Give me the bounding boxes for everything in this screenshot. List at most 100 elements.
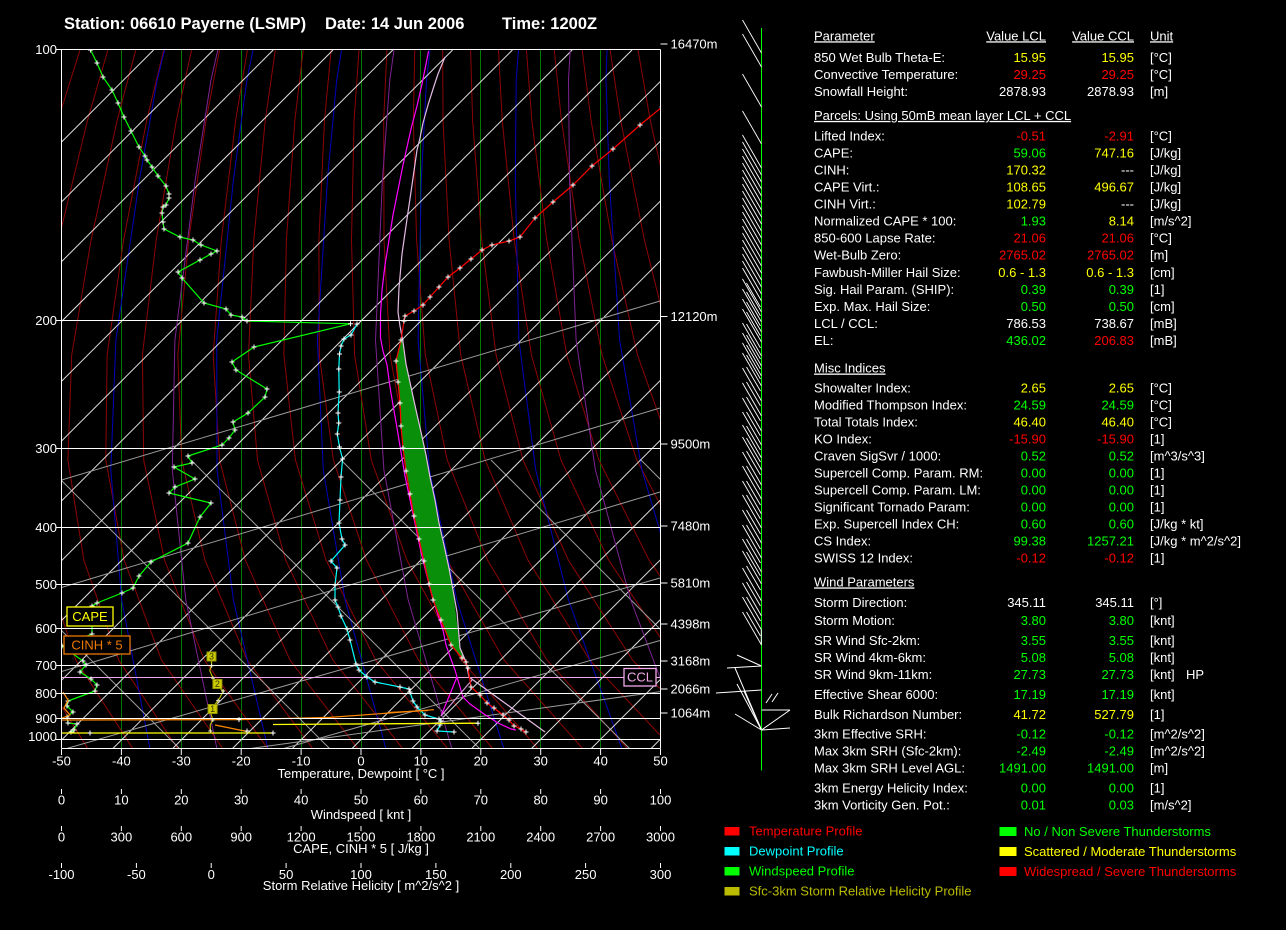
svg-text:[1]: [1]	[1150, 780, 1164, 795]
svg-text:Unit: Unit	[1150, 28, 1174, 43]
svg-text:1: 1	[210, 704, 215, 714]
svg-text:[°C]: [°C]	[1150, 415, 1172, 430]
svg-text:1000: 1000	[28, 729, 57, 744]
svg-text:HP: HP	[1186, 667, 1204, 682]
svg-text:-15.90: -15.90	[1097, 432, 1134, 447]
svg-text:3.80: 3.80	[1109, 613, 1134, 628]
svg-text:600: 600	[35, 621, 57, 636]
svg-text:1491.00: 1491.00	[999, 761, 1046, 776]
svg-text:3km Effective SRH:: 3km Effective SRH:	[814, 727, 926, 742]
svg-text:500: 500	[35, 577, 57, 592]
svg-text:[cm]: [cm]	[1150, 299, 1175, 314]
svg-text:Max 3km SRH (Sfc-2km):: Max 3km SRH (Sfc-2km):	[814, 744, 961, 759]
svg-text:[J/kg]: [J/kg]	[1150, 163, 1181, 178]
svg-text:0.39: 0.39	[1021, 282, 1046, 297]
svg-text:3.55: 3.55	[1021, 633, 1046, 648]
svg-text:1257.21: 1257.21	[1087, 534, 1134, 549]
svg-text:Sfc-3km Storm Relative Helicit: Sfc-3km Storm Relative Helicity Profile	[749, 884, 972, 899]
svg-text:0: 0	[208, 867, 215, 882]
svg-text:CINH Virt.:: CINH Virt.:	[814, 197, 876, 212]
svg-text:Max 3km SRH Level AGL:: Max 3km SRH Level AGL:	[814, 761, 965, 776]
svg-text:[1]: [1]	[1150, 551, 1164, 566]
svg-text:[cm]: [cm]	[1150, 265, 1175, 280]
svg-text:[1]: [1]	[1150, 432, 1164, 447]
svg-text:[J/kg]: [J/kg]	[1150, 146, 1181, 161]
svg-text:CINH * 5: CINH * 5	[71, 637, 122, 652]
svg-text:[m/s^2]: [m/s^2]	[1150, 798, 1192, 813]
svg-text:SR Wind Sfc-2km:: SR Wind Sfc-2km:	[814, 633, 920, 648]
svg-text:24.59: 24.59	[1101, 398, 1134, 413]
svg-text:50: 50	[354, 792, 368, 807]
svg-text:[°C]: [°C]	[1150, 398, 1172, 413]
svg-text:0.00: 0.00	[1109, 500, 1134, 515]
svg-text:[knt]: [knt]	[1150, 667, 1175, 682]
svg-text:Temperature Profile: Temperature Profile	[749, 824, 862, 839]
svg-text:1064m: 1064m	[671, 705, 711, 720]
svg-text:29.25: 29.25	[1101, 67, 1134, 82]
svg-text:2400: 2400	[526, 830, 555, 845]
svg-text:CS Index:: CS Index:	[814, 534, 871, 549]
svg-text:100: 100	[650, 792, 672, 807]
svg-text:LCL / CCL:: LCL / CCL:	[814, 316, 878, 331]
svg-text:21.06: 21.06	[1013, 231, 1046, 246]
svg-text:108.65: 108.65	[1006, 180, 1046, 195]
svg-text:EL:: EL:	[814, 333, 834, 348]
svg-text:10: 10	[114, 792, 128, 807]
svg-text:-2.49: -2.49	[1016, 744, 1046, 759]
svg-text:[mB]: [mB]	[1150, 333, 1177, 348]
svg-text:0.03: 0.03	[1109, 798, 1134, 813]
svg-text:15.95: 15.95	[1013, 50, 1046, 65]
svg-text:Effective Shear 6000:: Effective Shear 6000:	[814, 687, 938, 702]
svg-text:2100: 2100	[466, 830, 495, 845]
svg-text:40: 40	[294, 792, 308, 807]
svg-text:Wind Parameters: Wind Parameters	[814, 574, 915, 589]
svg-text:Value LCL: Value LCL	[986, 28, 1046, 43]
svg-text:-2.91: -2.91	[1104, 129, 1134, 144]
svg-text:[1]: [1]	[1150, 707, 1164, 722]
svg-text:850 Wet Bulb Theta-E:: 850 Wet Bulb Theta-E:	[814, 50, 945, 65]
svg-text:4398m: 4398m	[671, 616, 711, 631]
svg-text:[°C]: [°C]	[1150, 50, 1172, 65]
svg-text:20: 20	[474, 754, 488, 769]
svg-text:[°C]: [°C]	[1150, 381, 1172, 396]
svg-text:41.72: 41.72	[1013, 707, 1046, 722]
svg-text:90: 90	[593, 792, 607, 807]
svg-text:[1]: [1]	[1150, 466, 1164, 481]
svg-text:2878.93: 2878.93	[999, 84, 1046, 99]
svg-text:3: 3	[209, 652, 214, 662]
svg-text:Convective Temperature:: Convective Temperature:	[814, 67, 958, 82]
svg-text:300: 300	[111, 830, 133, 845]
svg-text:206.83: 206.83	[1094, 333, 1134, 348]
svg-text:[knt]: [knt]	[1150, 613, 1175, 628]
svg-text:1491.00: 1491.00	[1087, 761, 1134, 776]
svg-text:16470m: 16470m	[671, 36, 718, 51]
svg-text:15.95: 15.95	[1101, 50, 1134, 65]
svg-text:No / Non Severe Thunderstorms: No / Non Severe Thunderstorms	[1024, 824, 1211, 839]
svg-text:400: 400	[35, 520, 57, 535]
svg-text:[knt]: [knt]	[1150, 650, 1175, 665]
svg-text:9500m: 9500m	[671, 436, 711, 451]
svg-text:8.14: 8.14	[1109, 214, 1134, 229]
svg-text:Windspeed [ knt ]: Windspeed [ knt ]	[311, 807, 411, 822]
svg-text:Modified Thompson Index:: Modified Thompson Index:	[814, 398, 967, 413]
svg-text:3168m: 3168m	[671, 653, 711, 668]
svg-text:600: 600	[170, 830, 192, 845]
svg-text:786.53: 786.53	[1006, 316, 1046, 331]
svg-text:0.00: 0.00	[1021, 466, 1046, 481]
svg-text:[knt]: [knt]	[1150, 687, 1175, 702]
svg-text:CAPE, CINH * 5 [ J/kg ]: CAPE, CINH * 5 [ J/kg ]	[293, 841, 429, 856]
svg-text:Storm Motion:: Storm Motion:	[814, 613, 895, 628]
svg-text:200: 200	[500, 867, 522, 882]
svg-text:-15.90: -15.90	[1009, 432, 1046, 447]
svg-text:3.55: 3.55	[1109, 633, 1134, 648]
svg-text:Exp. Max. Hail Size:: Exp. Max. Hail Size:	[814, 299, 930, 314]
svg-text:[°C]: [°C]	[1150, 231, 1172, 246]
svg-text:0.01: 0.01	[1021, 798, 1046, 813]
svg-text:0.52: 0.52	[1109, 449, 1134, 464]
svg-text:CAPE: CAPE	[72, 609, 108, 624]
svg-text:-30: -30	[172, 754, 191, 769]
svg-text:40: 40	[593, 754, 607, 769]
svg-text:5.08: 5.08	[1021, 650, 1046, 665]
svg-text:99.38: 99.38	[1013, 534, 1046, 549]
svg-text:---: ---	[1121, 197, 1134, 212]
